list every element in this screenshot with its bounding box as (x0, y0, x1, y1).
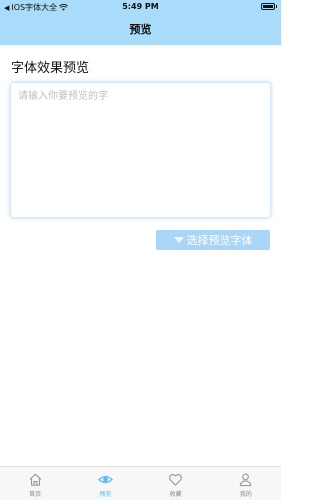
preview-text-input[interactable] (11, 83, 270, 217)
choose-font-button[interactable]: 选择预览字体 (156, 230, 270, 250)
user-icon (240, 473, 252, 487)
choose-font-label: 选择预览字体 (186, 234, 253, 247)
tab-bar: 首页 预览 收藏 我的 (0, 466, 281, 500)
tab-home[interactable]: 首页 (0, 467, 70, 500)
preview-text-box (11, 83, 270, 217)
section-title: 字体效果预览 (11, 61, 90, 76)
heart-icon (169, 474, 183, 486)
tab-preview[interactable]: 预览 (70, 467, 140, 500)
battery-icon (261, 3, 277, 10)
tab-label: 我的 (239, 491, 252, 498)
triangle-down-icon (173, 237, 184, 243)
tab-favorites[interactable]: 收藏 (141, 467, 211, 500)
home-icon (29, 473, 42, 486)
tab-profile[interactable]: 我的 (211, 467, 281, 500)
nav-bar: ◀ IOS字体大全 5:49 PM 预览 (0, 0, 281, 45)
tab-label: 收藏 (169, 491, 182, 498)
tab-label: 预览 (99, 491, 112, 498)
eye-icon (97, 475, 113, 484)
tab-label: 首页 (29, 491, 42, 498)
status-bar: ◀ IOS字体大全 5:49 PM (0, 0, 281, 14)
status-time: 5:49 PM (122, 2, 159, 11)
page-title: 预览 (129, 23, 152, 36)
